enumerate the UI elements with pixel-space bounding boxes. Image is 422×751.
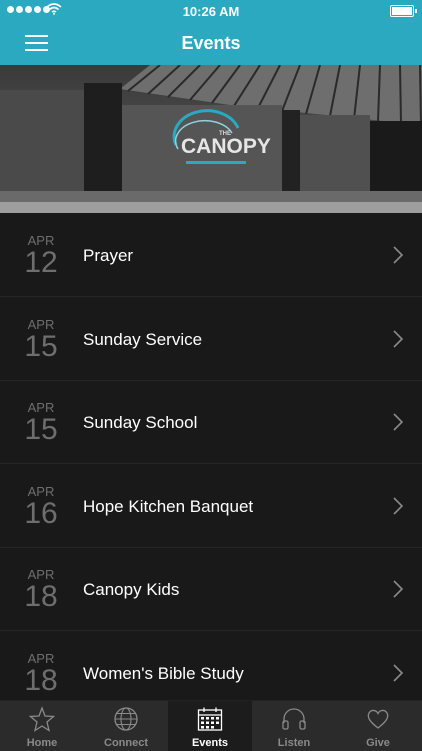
event-day: 18 <box>24 664 58 697</box>
building-image <box>0 65 422 202</box>
tab-home[interactable]: Home <box>0 701 84 751</box>
tab-label: Give <box>366 737 390 749</box>
event-title: Prayer <box>83 246 134 265</box>
headphones-icon <box>282 708 306 730</box>
event-title: Canopy Kids <box>83 580 180 599</box>
tab-listen[interactable]: Listen <box>252 701 336 751</box>
event-day: 16 <box>24 497 58 530</box>
hero-banner <box>0 65 422 202</box>
page-title: Events <box>181 33 241 53</box>
event-title: Sunday Service <box>83 330 203 349</box>
event-row[interactable]: APR 12 Prayer <box>0 213 422 297</box>
logo-title: CANOPY <box>181 135 271 158</box>
event-day: 18 <box>24 580 58 613</box>
hero-divider <box>0 202 422 213</box>
globe-icon <box>114 707 138 731</box>
chevron-right-icon <box>393 497 403 515</box>
event-day: 12 <box>24 246 58 279</box>
tab-label: Events <box>191 737 229 749</box>
events-list: APR 12 Prayer APR 15 Sunday Service APR … <box>0 213 422 700</box>
event-row[interactable]: APR 15 Sunday School <box>0 380 422 464</box>
navigation-bar: Events <box>0 22 422 65</box>
event-row[interactable]: APR 18 Women's Bible Study <box>0 631 422 700</box>
event-day: 15 <box>24 330 58 363</box>
calendar-icon <box>197 707 223 731</box>
tab-label: Connect <box>104 737 148 749</box>
chevron-right-icon <box>393 413 403 431</box>
event-title: Sunday School <box>83 413 198 432</box>
event-row[interactable]: APR 16 Hope Kitchen Banquet <box>0 464 422 548</box>
tab-bar: Home Connect Events Listen Give <box>0 700 422 751</box>
event-row[interactable]: APR 15 Sunday Service <box>0 297 422 381</box>
tab-give[interactable]: Give <box>336 701 422 751</box>
event-day: 15 <box>24 413 58 446</box>
chevron-right-icon <box>393 580 403 598</box>
event-title: Women's Bible Study <box>83 664 244 683</box>
status-time: 10:26 AM <box>182 4 240 19</box>
chevron-right-icon <box>393 246 403 264</box>
status-bar: 10:26 AM <box>0 0 422 22</box>
tab-events[interactable]: Events <box>168 701 252 751</box>
tab-label: Home <box>26 737 58 749</box>
battery-icon <box>390 5 417 17</box>
star-icon <box>29 706 55 732</box>
chevron-right-icon <box>393 664 403 682</box>
event-title: Hope Kitchen Banquet <box>83 497 254 516</box>
chevron-right-icon <box>393 330 403 348</box>
tab-label: Listen <box>277 737 311 749</box>
tab-connect[interactable]: Connect <box>84 701 168 751</box>
event-row[interactable]: APR 18 Canopy Kids <box>0 547 422 631</box>
heart-icon <box>367 709 389 729</box>
